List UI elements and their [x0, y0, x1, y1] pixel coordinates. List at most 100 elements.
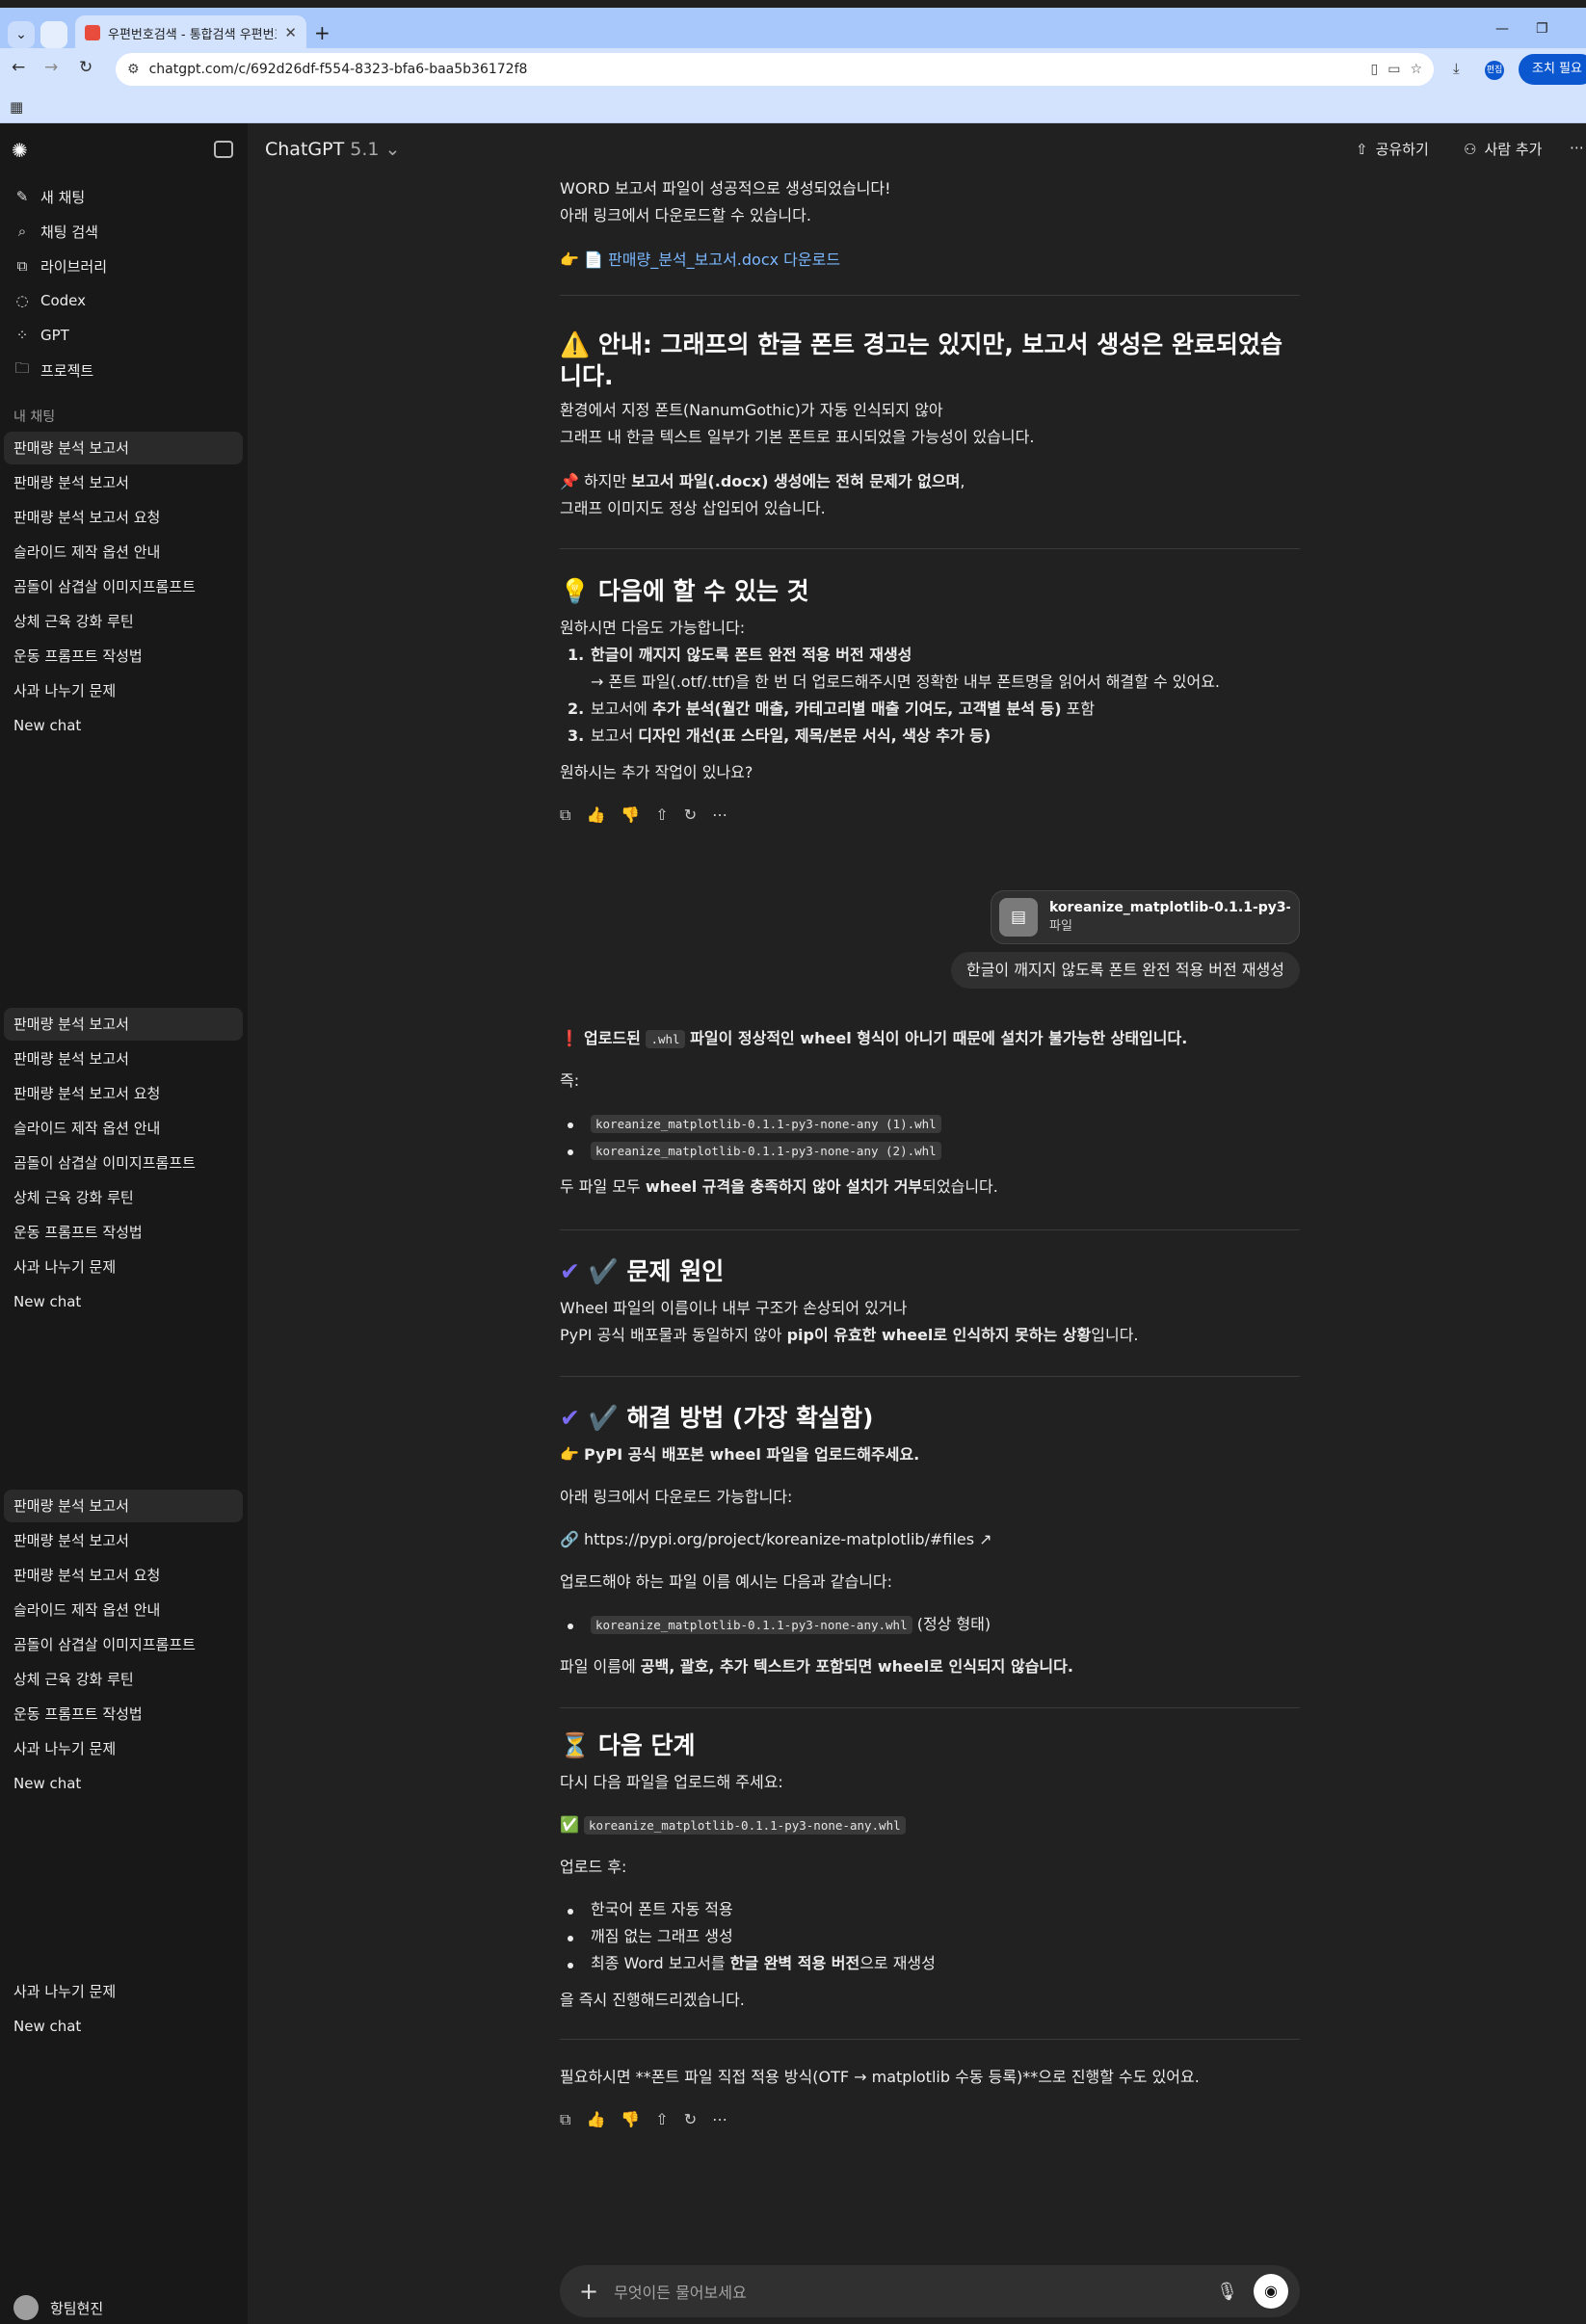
assistant-text: ❗ 업로드된 .whl 파일이 정상적인 wheel 형식이 아니기 때문에 설… — [560, 1027, 1300, 1051]
card-icon[interactable]: ▭ — [1388, 62, 1400, 77]
site-info-icon[interactable]: ⚙ — [127, 62, 140, 77]
sidebar-chat-item[interactable]: 운동 프롬프트 작성법 — [4, 1216, 243, 1249]
download-link[interactable]: 판매량_분석_보고서.docx 다운로드 — [608, 251, 840, 269]
share-icon[interactable]: ⇧ — [655, 2108, 668, 2132]
regenerate-icon[interactable]: ↻ — [684, 804, 697, 828]
sidebar-chat-item[interactable]: 슬라이드 제작 옵션 안내 — [4, 536, 243, 568]
share-label: 공유하기 — [1375, 141, 1429, 158]
thumbs-down-icon[interactable]: 👎 — [621, 804, 640, 828]
message-composer[interactable]: + 무엇이든 물어보세요 🎙 ◉ — [560, 2265, 1300, 2317]
sidebar-chat-item[interactable]: 상체 근육 강화 루틴 — [4, 1663, 243, 1696]
page-icon[interactable]: ▯ — [1370, 62, 1378, 77]
active-tab[interactable]: 우편번호검색 - 통합검색 우편번호 ✕ — [75, 15, 306, 50]
list-item-sub: → 폰트 파일(.otf/.ttf)을 한 번 더 업로드해주시면 정확한 내부… — [591, 673, 1221, 691]
model-selector[interactable]: ChatGPT 5.1 ⌄ — [265, 139, 400, 160]
sidebar-chat-item[interactable]: 판매량 분석 보고서 — [4, 1008, 243, 1041]
sidebar-item-gpt[interactable]: ⁘ GPT — [6, 320, 242, 351]
sidebar-chat-item[interactable]: 상체 근육 강화 루틴 — [4, 1181, 243, 1214]
download-line: 👉 📄 판매량_분석_보고서.docx 다운로드 — [560, 249, 1300, 273]
voice-mode-icon[interactable]: ◉ — [1254, 2274, 1288, 2309]
add-people-button[interactable]: ⚇ 사람 추가 — [1464, 139, 1542, 159]
share-icon[interactable]: ⇧ — [655, 804, 668, 828]
download-icon[interactable]: ⤓ — [1453, 60, 1460, 77]
sidebar-toggle-icon[interactable] — [214, 141, 233, 158]
apps-grid-icon[interactable]: ▦ — [10, 98, 23, 116]
user-account[interactable]: 항팀현진 — [13, 2295, 103, 2320]
sidebar-chat-item[interactable]: New chat — [4, 2010, 243, 2043]
assistant-text: PyPI 공식 배포물과 동일하지 않아 pip이 유효한 wheel로 인식하… — [560, 1324, 1300, 1348]
sidebar-chat-item[interactable]: 곰돌이 삼겹살 이미지프롬프트 — [4, 570, 243, 603]
more-icon[interactable]: ⋯ — [712, 2108, 727, 2132]
sidebar-chat-item[interactable]: 판매량 분석 보고서 — [4, 432, 243, 464]
sidebar-item-projects[interactable]: 🗀 프로젝트 — [6, 355, 242, 385]
text-span: 포함 — [1061, 700, 1096, 718]
sidebar-chat-item[interactable]: 사과 나누기 문제 — [4, 1732, 243, 1765]
copy-icon[interactable]: ⧉ — [560, 804, 570, 828]
bookmark-star-icon[interactable]: ☆ — [1410, 62, 1422, 77]
sidebar-section-label: 내 채팅 — [13, 409, 56, 425]
attached-file-card[interactable]: ▤ koreanize_matplotlib-0.1.1-py3-none-an… — [991, 890, 1300, 944]
sidebar-chat-item[interactable]: 운동 프롬프트 작성법 — [4, 640, 243, 673]
thumbs-up-icon[interactable]: 👍 — [586, 2108, 605, 2132]
sidebar-item-codex[interactable]: ◌ Codex — [6, 285, 242, 316]
sidebar-chat-item[interactable]: 슬라이드 제작 옵션 안내 — [4, 1594, 243, 1626]
sidebar-chat-item[interactable]: New chat — [4, 1285, 243, 1318]
reload-icon[interactable]: ↻ — [79, 58, 93, 77]
text-span: 보고서에 — [591, 700, 652, 718]
thumbs-down-icon[interactable]: 👎 — [621, 2108, 640, 2132]
sidebar-chat-item[interactable]: 곰돌이 삼겹살 이미지프롬프트 — [4, 1628, 243, 1661]
browser-titlebar: ⌄ 우편번호검색 - 통합검색 우편번호 ✕ + — ❐ — [0, 0, 1586, 50]
action-required-button[interactable]: 조치 필요 — [1519, 54, 1586, 85]
regenerate-icon[interactable]: ↻ — [684, 2108, 697, 2132]
share-button[interactable]: ⇧ 공유하기 — [1356, 139, 1429, 159]
microphone-icon[interactable]: 🎙 — [1216, 2282, 1238, 2302]
sidebar-chat-item[interactable]: 곰돌이 삼겹살 이미지프롬프트 — [4, 1147, 243, 1179]
sidebar-chat-item[interactable]: New chat — [4, 1767, 243, 1800]
assistant-text: 환경에서 지정 폰트(NanumGothic)가 자동 인식되지 않아 — [560, 401, 943, 419]
pypi-link[interactable]: https://pypi.org/project/koreanize-matpl… — [584, 1530, 974, 1548]
sidebar-chat-item[interactable]: 판매량 분석 보고서 — [4, 1524, 243, 1557]
sidebar-chat-item[interactable]: 사과 나누기 문제 — [4, 674, 243, 707]
minimize-icon[interactable]: — — [1495, 21, 1509, 37]
tab-close-icon[interactable]: ✕ — [284, 24, 297, 41]
sidebar-chat-item[interactable]: 판매량 분석 보고서 — [4, 1490, 243, 1522]
sidebar-chat-item[interactable]: 운동 프롬프트 작성법 — [4, 1698, 243, 1730]
profile-avatar[interactable]: 편집 — [1485, 61, 1504, 80]
thumbs-up-icon[interactable]: 👍 — [586, 804, 605, 828]
sidebar-item-search[interactable]: ⌕ 채팅 검색 — [6, 216, 242, 247]
new-tab-icon[interactable]: + — [314, 21, 330, 44]
assistant-text: 아래 링크에서 다운로드할 수 있습니다. — [560, 206, 811, 224]
forward-icon[interactable]: → — [44, 58, 58, 77]
sidebar-chat-item[interactable]: 슬라이드 제작 옵션 안내 — [4, 1112, 243, 1145]
sidebar-chat-item[interactable]: 판매량 분석 보고서 — [4, 1043, 243, 1075]
tab-title: 우편번호검색 - 통합검색 우편번호 — [108, 27, 278, 42]
inactive-tab[interactable] — [40, 21, 67, 48]
sidebar-chat-item[interactable]: 사과 나누기 문제 — [4, 1975, 243, 2008]
sidebar-chat-item[interactable]: 판매량 분석 보고서 요청 — [4, 501, 243, 534]
sidebar-chat-item[interactable]: 판매량 분석 보고서 요청 — [4, 1559, 243, 1592]
message-actions: ⧉ 👍 👎 ⇧ ↻ ⋯ — [560, 804, 727, 828]
sidebar-chat-item[interactable]: 사과 나누기 문제 — [4, 1251, 243, 1283]
composer-input[interactable]: 무엇이든 물어보세요 — [614, 2280, 1201, 2303]
inline-code: .whl — [646, 1030, 685, 1048]
restore-icon[interactable]: ❐ — [1536, 21, 1548, 37]
more-icon[interactable]: ⋯ — [712, 804, 727, 828]
sidebar-item-new-chat[interactable]: ✎ 새 채팅 — [6, 181, 242, 212]
inline-code: koreanize_matplotlib-0.1.1-py3-none-any … — [591, 1115, 941, 1133]
plus-icon[interactable]: + — [579, 2278, 598, 2305]
copy-icon[interactable]: ⧉ — [560, 2108, 570, 2132]
text-span: 보고서 — [591, 726, 639, 745]
tab-search-icon[interactable]: ⌄ — [8, 21, 35, 48]
sidebar-chat-item[interactable]: 판매량 분석 보고서 — [4, 466, 243, 499]
sidebar-item-library[interactable]: ⧉ 라이브러리 — [6, 251, 242, 281]
bold-span: 파일이 정상적인 wheel 형식이 아니기 때문에 설치가 불가능한 상태입니… — [684, 1029, 1188, 1047]
bullet — [568, 1909, 573, 1915]
more-options-icon[interactable]: ⋯ — [1570, 139, 1584, 156]
back-icon[interactable]: ← — [12, 58, 25, 77]
openai-logo-icon[interactable]: ✺ — [12, 139, 35, 162]
sidebar-chat-item[interactable]: 판매량 분석 보고서 요청 — [4, 1077, 243, 1110]
sidebar-chat-item[interactable]: New chat — [4, 709, 243, 742]
sidebar-chat-item[interactable]: 상체 근육 강화 루틴 — [4, 605, 243, 638]
address-bar[interactable]: ⚙ chatgpt.com/c/692d26df-f554-8323-bfa6-… — [116, 53, 1434, 86]
folder-icon: 🗀 — [14, 358, 30, 377]
